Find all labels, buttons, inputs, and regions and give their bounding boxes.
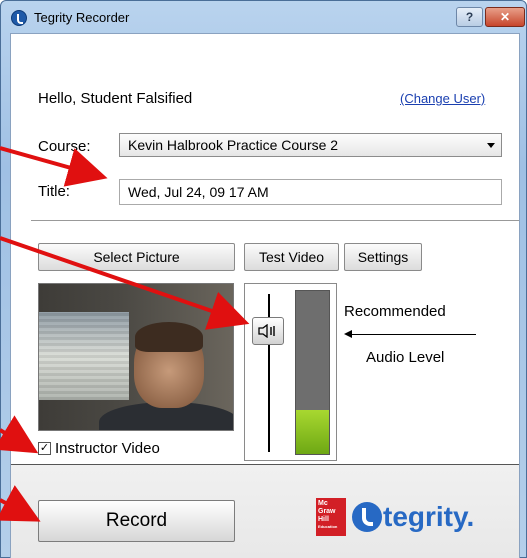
course-dropdown[interactable]: Kevin Halbrook Practice Course 2 (119, 133, 502, 157)
tegrity-app-icon (11, 10, 27, 26)
greeting-text: Hello, Student Falsified (38, 90, 193, 107)
title-input[interactable]: Wed, Jul 24, 09 17 AM (119, 179, 502, 205)
help-button[interactable]: ? (456, 7, 483, 27)
change-user-link[interactable]: (Change User) (400, 91, 485, 106)
left-arrow-icon (344, 330, 352, 338)
divider (31, 220, 519, 221)
record-button[interactable]: Record (38, 500, 235, 542)
course-selected-value: Kevin Halbrook Practice Course 2 (128, 137, 339, 153)
volume-slider-thumb[interactable] (252, 317, 284, 345)
audio-level-label: Audio Level (366, 349, 445, 366)
audio-level-meter (295, 290, 330, 455)
audio-level-fill (296, 410, 329, 454)
instructor-video-option[interactable]: ✓ Instructor Video (38, 440, 160, 457)
speaker-icon (258, 324, 275, 338)
instructor-video-label: Instructor Video (55, 440, 160, 457)
window-title: Tegrity Recorder (34, 10, 130, 25)
app-window: Tegrity Recorder ? ✕ Hello, Student Fals… (0, 0, 527, 558)
course-label: Course: (38, 138, 91, 155)
recommended-arrow-line (346, 334, 476, 335)
instructor-video-preview (38, 283, 234, 431)
checkmark-icon: ✓ (39, 442, 50, 454)
select-picture-button[interactable]: Select Picture (38, 243, 235, 271)
tegrity-logo-text: tegrity. (383, 501, 475, 532)
settings-area: Hello, Student Falsified (Change User) C… (11, 34, 519, 464)
title-label: Title: (38, 183, 70, 200)
chevron-down-icon (487, 143, 495, 148)
recommended-label: Recommended (344, 303, 446, 320)
recorder-panel: Hello, Student Falsified (Change User) C… (10, 33, 520, 558)
settings-button[interactable]: Settings (344, 243, 422, 271)
tegrity-logo-icon (352, 502, 382, 532)
audio-level-panel (244, 283, 337, 461)
mcgraw-hill-logo: Mc Graw Hill Education (316, 498, 346, 536)
close-button[interactable]: ✕ (485, 7, 525, 27)
test-video-button[interactable]: Test Video (244, 243, 339, 271)
title-bar: Tegrity Recorder ? ✕ (1, 1, 526, 33)
instructor-video-checkbox[interactable]: ✓ (38, 442, 51, 455)
